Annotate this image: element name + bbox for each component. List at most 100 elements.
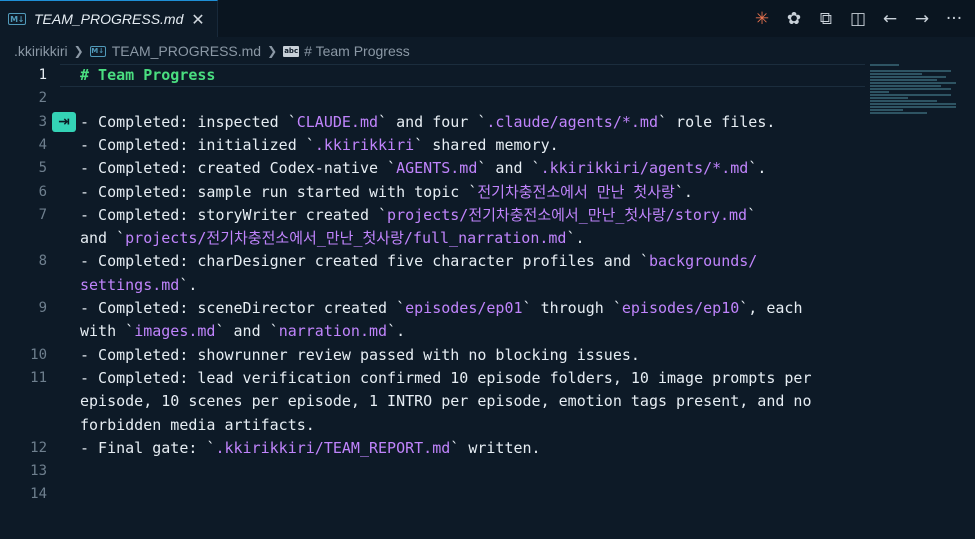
text-segment: with ` (80, 322, 135, 341)
text-segment: - Completed: created Codex-native ` (80, 159, 397, 178)
openai-icon[interactable]: ✿ (781, 6, 807, 32)
line-number: 1 (38, 67, 47, 83)
text-segment: - Final gate: ` (80, 438, 216, 457)
close-icon[interactable]: ✕ (189, 10, 207, 29)
editor-line[interactable]: 5 - Completed: created Codex-native `AGEN… (0, 157, 868, 180)
tab-team-progress[interactable]: M↓ TEAM_PROGRESS.md ✕ (0, 0, 218, 37)
minimap[interactable] (870, 64, 965, 114)
editor-toolbar: ✳ ✿ ⧉ ◫ ← → ··· (749, 0, 967, 37)
claude-icon[interactable]: ✳ (749, 6, 775, 32)
line-content: and `projects/전기차충전소에서_만난_첫사랑/full_narra… (80, 227, 870, 250)
code-editor[interactable]: 1 # Team Progress 2 3 ⇥ - Completed: inspecte… (0, 64, 868, 539)
editor-line[interactable]: 4 - Completed: initialized `.kkirikkiri` … (0, 134, 868, 157)
line-content: - Completed: charDesigner created five c… (80, 250, 870, 273)
text-segment: `. (566, 229, 585, 248)
split-editor-icon[interactable]: ◫ (845, 6, 871, 32)
markdown-icon: M↓ (89, 45, 106, 57)
editor-line[interactable]: settings.md`. (0, 274, 868, 297)
inline-code: .kkirikkiri (314, 135, 415, 154)
minimap-line (870, 88, 951, 90)
text-segment: ` and ` (477, 159, 541, 178)
line-number: 6 (38, 183, 47, 200)
open-preview-icon[interactable]: ⧉ (813, 6, 839, 32)
breadcrumb-folder[interactable]: .kkirikkiri (14, 43, 68, 59)
text-segment: ` role files. (658, 112, 776, 131)
minimap-line (870, 85, 942, 87)
editor-line[interactable]: and `projects/전기차충전소에서_만난_첫사랑/full_narra… (0, 227, 868, 250)
editor-line[interactable]: 8 - Completed: charDesigner created five … (0, 250, 868, 273)
breadcrumb-symbol[interactable]: # Team Progress (304, 43, 410, 59)
text-segment: `. (748, 159, 767, 178)
line-number: 10 (30, 346, 47, 363)
line-content: settings.md`. (80, 274, 870, 297)
line-content: - Completed: showrunner review passed wi… (80, 344, 870, 367)
line-number: 4 (38, 136, 47, 153)
tab-title: TEAM_PROGRESS.md (34, 11, 184, 27)
line-content: - Completed: storyWriter created `projec… (80, 204, 870, 227)
line-number: 9 (38, 300, 47, 316)
line-content: forbidden media artifacts. (80, 414, 870, 437)
inline-code: AGENTS.md (396, 159, 478, 178)
minimap-line (870, 76, 946, 78)
text-segment: - Completed: sceneDirector created ` (80, 299, 406, 317)
minimap-line (870, 79, 937, 81)
go-back-icon[interactable]: ← (877, 6, 903, 32)
line-content: - Completed: created Codex-native `AGENT… (80, 157, 870, 180)
inline-code: episodes/ep10 (621, 299, 740, 317)
line-content: - Completed: sample run started with top… (80, 181, 870, 204)
editor-line[interactable]: 9- Completed: sceneDirector created `epi… (0, 297, 868, 320)
minimap-line (870, 106, 956, 108)
text-segment: - Completed: sample run started with top… (80, 182, 478, 201)
editor-window: M↓ TEAM_PROGRESS.md ✕ ✳ ✿ ⧉ ◫ ← → ··· .kkirikk… (0, 0, 975, 539)
text-segment: episode, 10 scenes per episode, 1 INTRO … (80, 392, 812, 411)
minimap-line (870, 100, 937, 102)
line-content: - Completed: initialized `.kkirikkiri` s… (80, 134, 870, 157)
inline-code: .kkirikkiri/TEAM_REPORT.md (215, 438, 451, 457)
line-number: 5 (38, 160, 47, 177)
inline-code: episodes/ep01 (405, 299, 523, 317)
minimap-line (870, 109, 904, 111)
editor-line[interactable]: 12 - Final gate: `.kkirikkiri/TEAM_REPORT… (0, 437, 868, 460)
line-content: - Completed: lead verification confirmed… (80, 367, 870, 390)
line-content: - Completed: sceneDirector created `epis… (80, 297, 870, 320)
editor-line[interactable]: forbidden media artifacts. (0, 414, 868, 437)
line-number: 3 (38, 113, 47, 130)
text-segment: ` (747, 205, 757, 224)
line-content: - Final gate: `.kkirikkiri/TEAM_REPORT.m… (80, 437, 870, 460)
text-segment: `. (387, 322, 406, 341)
text-segment: ` and ` (215, 322, 279, 341)
text-segment: ` through ` (522, 299, 622, 317)
line-number: 7 (38, 206, 47, 223)
line-number: 13 (30, 463, 47, 480)
editor-line[interactable]: 2 (0, 87, 868, 110)
line-number: 12 (30, 439, 47, 456)
editor-line[interactable]: 10 - Completed: showrunner review passed … (0, 344, 868, 367)
text-segment: - Completed: charDesigner created five c… (80, 252, 649, 271)
editor-line[interactable]: 14 (0, 483, 868, 506)
editor-line[interactable]: 1 # Team Progress (0, 64, 868, 87)
inline-code: settings.md (80, 275, 180, 294)
minimap-line (870, 70, 951, 72)
line-number: 2 (38, 90, 47, 107)
go-forward-icon[interactable]: → (909, 6, 935, 32)
more-actions-icon[interactable]: ··· (941, 6, 967, 32)
editor-line[interactable]: episode, 10 scenes per episode, 1 INTRO … (0, 390, 868, 413)
minimap-line (870, 94, 951, 96)
editor-line[interactable]: 7 - Completed: storyWriter created `proje… (0, 204, 868, 227)
editor-line[interactable]: with `images.md` and `narration.md`. (0, 320, 868, 343)
editor-line[interactable]: 6 - Completed: sample run started with to… (0, 181, 868, 204)
line-number: 8 (38, 253, 47, 270)
breadcrumb-file[interactable]: TEAM_PROGRESS.md (112, 43, 261, 59)
minimap-line (870, 82, 956, 84)
editor-line[interactable]: 3 ⇥ - Completed: inspected `CLAUDE.md` and… (0, 111, 868, 134)
heading-text: # Team Progress (80, 66, 216, 84)
text-segment: forbidden media artifacts. (80, 415, 315, 434)
inline-code: .kkirikkiri/agents/*.md (540, 159, 749, 178)
text-segment: - Completed: inspected ` (80, 112, 297, 131)
minimap-line (870, 73, 923, 75)
editor-line[interactable]: 11 - Completed: lead verification confirm… (0, 367, 868, 390)
tab-bar: M↓ TEAM_PROGRESS.md ✕ ✳ ✿ ⧉ ◫ ← → ··· (0, 0, 975, 37)
tab-completion-icon[interactable]: ⇥ (52, 112, 76, 133)
inline-code: .claude/agents/*.md (486, 112, 658, 131)
editor-line[interactable]: 13 (0, 460, 868, 483)
